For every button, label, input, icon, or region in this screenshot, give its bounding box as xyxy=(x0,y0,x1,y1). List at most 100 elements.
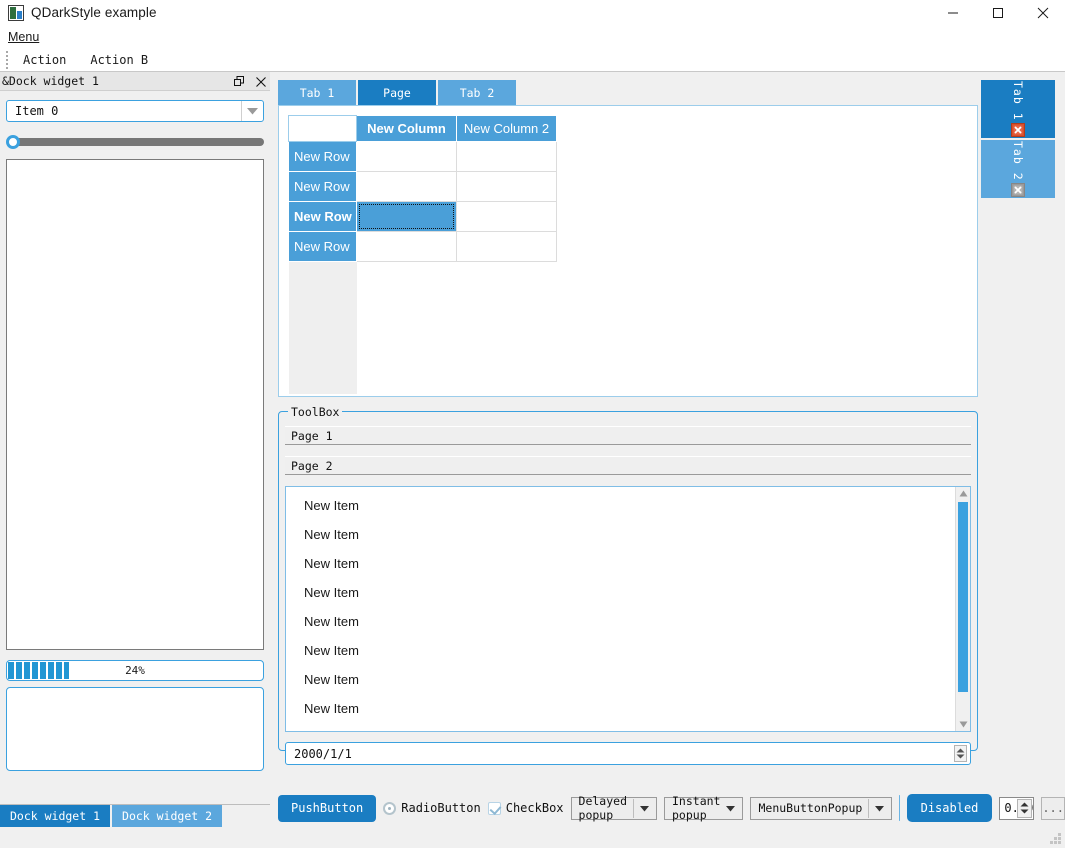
vertical-tab-1[interactable]: Tab 1 xyxy=(981,80,1055,138)
scrollbar-track[interactable] xyxy=(956,500,970,718)
table-cell-r4c2[interactable] xyxy=(456,231,557,262)
table-cell-r3c1-selected[interactable] xyxy=(356,201,457,232)
toolbar-action-a[interactable]: Action xyxy=(13,51,76,69)
spin-box-buttons[interactable] xyxy=(1017,798,1033,818)
vertical-tab-2[interactable]: Tab 2 xyxy=(981,140,1055,198)
menu-bar: Menu xyxy=(0,25,1065,49)
dock-content: Item 0 24% xyxy=(0,100,270,771)
radio-indicator-icon[interactable] xyxy=(383,801,397,815)
chevron-down-icon[interactable] xyxy=(726,801,736,815)
toolbox-page-2-label: Page 2 xyxy=(291,458,333,473)
close-icon[interactable] xyxy=(254,75,267,88)
toolbox-page-2[interactable]: Page 2 xyxy=(285,456,971,475)
toolbar-action-b[interactable]: Action B xyxy=(80,51,158,69)
checkbox-indicator-icon[interactable] xyxy=(487,801,501,815)
table-column-header-2[interactable]: New Column 2 xyxy=(456,115,557,142)
delayed-popup-button[interactable]: Delayed popup xyxy=(570,794,657,822)
data-table: New Column New Column 2 New Row New Row xyxy=(288,115,557,394)
dock-tab-2[interactable]: Dock widget 2 xyxy=(112,805,223,827)
tab-page-content: New Column New Column 2 New Row New Row xyxy=(278,105,978,397)
minimize-button[interactable] xyxy=(930,0,975,25)
table-row-header-1[interactable]: New Row xyxy=(288,141,357,172)
table-corner-cell[interactable] xyxy=(288,115,357,142)
scrollbar-handle[interactable] xyxy=(958,502,968,692)
table-row-header-4[interactable]: New Row xyxy=(288,231,357,262)
menu-button-popup-button[interactable]: MenuButtonPopup xyxy=(750,796,893,820)
chevron-down-icon[interactable] xyxy=(241,101,263,121)
list-item[interactable]: New Item xyxy=(292,636,970,665)
list-item[interactable]: New Item xyxy=(292,694,970,723)
tab-tab1[interactable]: Tab 1 xyxy=(278,80,356,105)
list-item[interactable]: New Item xyxy=(292,607,970,636)
table-row: New Row xyxy=(288,141,557,172)
date-edit-value: 2000/1/1 xyxy=(294,746,352,761)
maximize-button[interactable] xyxy=(975,0,1020,25)
vertical-scrollbar[interactable] xyxy=(955,487,970,731)
table-cell-r2c1[interactable] xyxy=(356,171,457,202)
disabled-button[interactable]: Disabled xyxy=(906,794,993,822)
check-box[interactable]: CheckBox xyxy=(487,801,564,815)
button-divider xyxy=(868,798,870,818)
list-item[interactable]: New Item xyxy=(292,520,970,549)
table-cell-r1c1[interactable] xyxy=(356,141,457,172)
delayed-popup-label: Delayed popup xyxy=(578,794,627,822)
close-button[interactable] xyxy=(1020,0,1065,25)
toolbox-group: ToolBox Page 1 Page 2 New Item New Item … xyxy=(278,405,978,765)
slider-handle[interactable] xyxy=(6,135,20,149)
horizontal-slider[interactable] xyxy=(6,133,264,149)
vertical-tab-1-label: Tab 1 xyxy=(1011,81,1025,121)
table-cell-r2c2[interactable] xyxy=(456,171,557,202)
toolbox-page-1-label: Page 1 xyxy=(291,428,333,443)
calendar-panel[interactable] xyxy=(6,687,264,771)
list-widget[interactable]: New Item New Item New Item New Item New … xyxy=(285,486,971,732)
list-item[interactable]: New Item xyxy=(292,665,970,694)
table-cell-r1c2[interactable] xyxy=(456,141,557,172)
bottom-tool-bar: PushButton RadioButton CheckBox Delayed … xyxy=(278,790,1065,826)
resize-grip[interactable] xyxy=(1049,832,1062,845)
toolbar-drag-handle[interactable] xyxy=(2,49,11,72)
combo-box-value: Item 0 xyxy=(15,104,59,118)
table-header-row: New Column New Column 2 xyxy=(288,115,557,142)
radio-button-label: RadioButton xyxy=(401,801,481,815)
list-item[interactable]: New Item xyxy=(292,549,970,578)
table-column-header-1[interactable]: New Column xyxy=(356,115,457,142)
text-edit-area[interactable] xyxy=(6,159,264,650)
vertical-tab-bar: Tab 1 Tab 2 xyxy=(981,80,1055,198)
tab-page[interactable]: Page xyxy=(358,80,436,105)
push-button[interactable]: PushButton xyxy=(278,794,377,822)
menu-item-label: Menu xyxy=(8,30,40,44)
date-spin-buttons[interactable] xyxy=(954,745,967,762)
close-icon[interactable] xyxy=(1011,122,1025,137)
table-row-header-2[interactable]: New Row xyxy=(288,171,357,202)
tool-bar: Action Action B xyxy=(0,49,1065,72)
slider-groove xyxy=(10,138,264,146)
dock-widget-1: &Dock widget 1 Item 0 24% Dock widget 1 … xyxy=(0,72,270,827)
dock-tab-1[interactable]: Dock widget 1 xyxy=(0,805,111,827)
central-widget: Tab 1 Page Tab 2 New Column New Column 2… xyxy=(278,80,978,780)
scroll-up-icon[interactable] xyxy=(956,487,970,500)
table-widget: New Column New Column 2 New Row New Row xyxy=(288,115,968,394)
toolbox-page-1[interactable]: Page 1 xyxy=(285,426,971,445)
scroll-down-icon[interactable] xyxy=(956,718,970,731)
menu-item-menu[interactable]: Menu xyxy=(0,28,46,46)
table-row-header-3[interactable]: New Row xyxy=(288,201,357,232)
tab-tab1-label: Tab 1 xyxy=(299,85,335,100)
tab-tab2[interactable]: Tab 2 xyxy=(438,80,516,105)
list-item[interactable]: New Item xyxy=(292,578,970,607)
list-item[interactable]: New Item xyxy=(292,491,970,520)
float-icon[interactable] xyxy=(233,75,246,88)
chevron-down-icon[interactable] xyxy=(640,801,649,815)
ellipsis-button[interactable]: ... xyxy=(1041,796,1065,820)
table-cell-r4c1[interactable] xyxy=(356,231,457,262)
combo-box[interactable]: Item 0 xyxy=(6,100,264,122)
close-icon[interactable] xyxy=(1011,182,1025,197)
instant-popup-button[interactable]: Instant popup xyxy=(664,794,744,822)
radio-button[interactable]: RadioButton xyxy=(383,801,481,815)
progress-bar: 24% xyxy=(6,660,264,681)
table-cell-r3c2[interactable] xyxy=(456,201,557,232)
instant-popup-label: Instant popup xyxy=(672,794,721,822)
date-edit[interactable]: 2000/1/1 xyxy=(285,742,971,765)
chevron-down-icon[interactable] xyxy=(875,801,885,815)
double-spin-box[interactable]: 0.00 xyxy=(999,796,1035,820)
table-row: New Row xyxy=(288,201,557,232)
